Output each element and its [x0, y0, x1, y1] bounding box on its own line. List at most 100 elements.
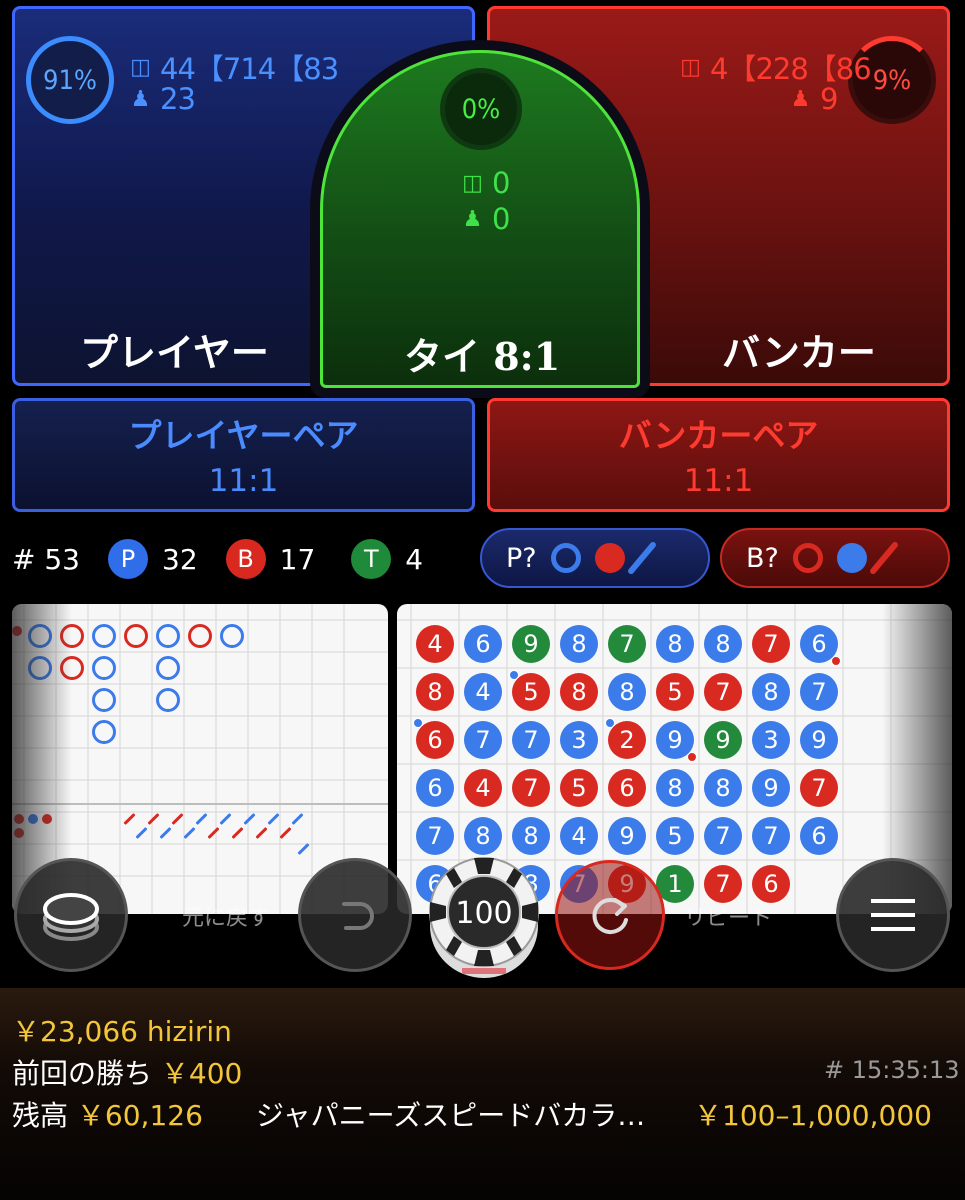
- bead-road-result: 4: [416, 625, 454, 663]
- bead-road-number: 1: [667, 870, 683, 898]
- bead-road-number: 9: [763, 774, 779, 802]
- big-eye-icon: [792, 543, 823, 573]
- tie-percent-ring: 0%: [440, 68, 522, 150]
- bead-road-number: 9: [667, 726, 683, 754]
- bead-road-result: 9: [656, 721, 697, 762]
- bead-road-number: 7: [427, 822, 443, 850]
- bead-road-number: 7: [523, 726, 539, 754]
- bead-road-result: 5: [656, 673, 694, 711]
- last-win-value: ￥400: [160, 1057, 243, 1090]
- big-eye-icon: [550, 543, 581, 573]
- banker-predict-button[interactable]: B?: [720, 528, 950, 588]
- bead-road-result: 5: [560, 769, 598, 807]
- balance-value: ￥60,126: [76, 1099, 203, 1132]
- bead-road-result: 8: [656, 625, 694, 663]
- bead-road-result: 6: [413, 718, 454, 759]
- bead-road-number: 6: [427, 774, 443, 802]
- bead-road-number: 7: [715, 822, 731, 850]
- banker-count-value: 9: [820, 82, 838, 116]
- big-road-result: [92, 688, 116, 712]
- bead-road-number: 6: [619, 774, 635, 802]
- bead-road-result: 7: [704, 673, 742, 711]
- undo-label: 元に戻す: [182, 906, 271, 931]
- bead-road-result: 7: [752, 817, 790, 855]
- player-stat-count: 32: [162, 542, 198, 576]
- bead-road-result: 6: [464, 625, 502, 663]
- bead-road-result: 8: [608, 673, 646, 711]
- bead-road-result: 6: [608, 769, 646, 807]
- bead-road-result: 7: [704, 817, 742, 855]
- bead-road-number: 8: [715, 630, 731, 658]
- tie-percent: 0%: [461, 93, 501, 125]
- bead-road-number: 8: [667, 774, 683, 802]
- bead-road-number: 4: [475, 678, 491, 706]
- round-time: # 15:35:13: [824, 1056, 960, 1084]
- bead-road-result: 8: [512, 817, 550, 855]
- bead-road-result: 9: [512, 625, 550, 663]
- player-pair-marker: [509, 670, 519, 680]
- last-win-label: 前回の勝ち: [12, 1057, 153, 1090]
- banker-stat-badge: B: [225, 539, 266, 579]
- player-pair-bet[interactable]: プレイヤーペア 11:1: [12, 398, 475, 512]
- last-win: 前回の勝ち ￥400: [12, 1052, 242, 1092]
- cockroach-icon: [868, 540, 900, 576]
- player-predict-label: P?: [506, 542, 537, 574]
- bead-road-result: 8: [560, 625, 598, 663]
- banker-amount: ◫ 4【228【86: [680, 46, 872, 88]
- tie-count: ♟ 0: [462, 202, 511, 236]
- bead-road-result: 7: [608, 625, 646, 663]
- bead-road-number: 8: [523, 822, 539, 850]
- round-number: # 53: [12, 542, 80, 576]
- player-label: プレイヤー: [80, 330, 269, 375]
- small-road-icon: [836, 543, 867, 573]
- player-percent-ring: 91%: [26, 36, 114, 124]
- user-balance-name: ￥23,066 hizirin: [12, 1015, 232, 1048]
- bet-limits: ￥100–1,000,000: [694, 1099, 932, 1132]
- bead-road-result: 3: [752, 721, 790, 759]
- bead-road-number: 8: [763, 678, 779, 706]
- chip-selector[interactable]: 100: [428, 856, 540, 980]
- menu-button[interactable]: [836, 858, 950, 972]
- bead-road-number: 8: [475, 822, 491, 850]
- bead-road-number: 5: [571, 774, 587, 802]
- big-road-result: [92, 720, 116, 744]
- big-road-result: [188, 624, 212, 648]
- bead-road-result: 4: [560, 817, 598, 855]
- bead-road-number: 7: [475, 726, 491, 754]
- bead-road-result: 7: [512, 769, 550, 807]
- bead-road-result: 7: [752, 625, 790, 663]
- bead-road-result: 3: [560, 721, 598, 759]
- tie-amount: ◫ 0: [462, 166, 510, 200]
- player-pair-label: プレイヤーペア: [128, 416, 359, 455]
- bead-road-result: 8: [656, 769, 694, 807]
- bead-road-number: 8: [571, 678, 587, 706]
- player-pair-marker: [605, 718, 615, 728]
- bead-road-number: 9: [619, 822, 635, 850]
- banker-count: ♟ 9: [790, 82, 839, 116]
- tie-amount-value: 0: [492, 166, 510, 200]
- coin-icon: ◫: [130, 54, 151, 80]
- bead-road-result: 6: [800, 625, 841, 666]
- bead-road-number: 3: [571, 726, 587, 754]
- undo-button[interactable]: [298, 858, 412, 972]
- bead-road-number: 8: [619, 678, 635, 706]
- bead-road-number: 2: [619, 726, 635, 754]
- bead-road-number: 9: [811, 726, 827, 754]
- bead-road-number: 7: [715, 870, 731, 898]
- repeat-button[interactable]: [555, 860, 665, 970]
- shoe-stats: # 53 P 32 B 17 T 4: [12, 534, 423, 584]
- banker-pair-bet[interactable]: バンカーペア 11:1: [487, 398, 950, 512]
- chip-stack-button[interactable]: [14, 858, 128, 972]
- player-pair-marker: [413, 718, 423, 728]
- player-predict-button[interactable]: P?: [480, 528, 710, 588]
- player-count-value: 23: [160, 82, 196, 116]
- bead-road-result: 4: [464, 673, 502, 711]
- banker-pair-label: バンカーペア: [618, 416, 819, 455]
- player-pair-odds: 11:1: [208, 463, 279, 499]
- bead-road-number: 7: [811, 678, 827, 706]
- bead-road-result: 7: [704, 865, 742, 903]
- bead-road-result: 7: [800, 769, 838, 807]
- bead-road-number: 9: [523, 630, 539, 658]
- bead-road-result: 7: [800, 673, 838, 711]
- person-icon: ♟: [790, 86, 811, 112]
